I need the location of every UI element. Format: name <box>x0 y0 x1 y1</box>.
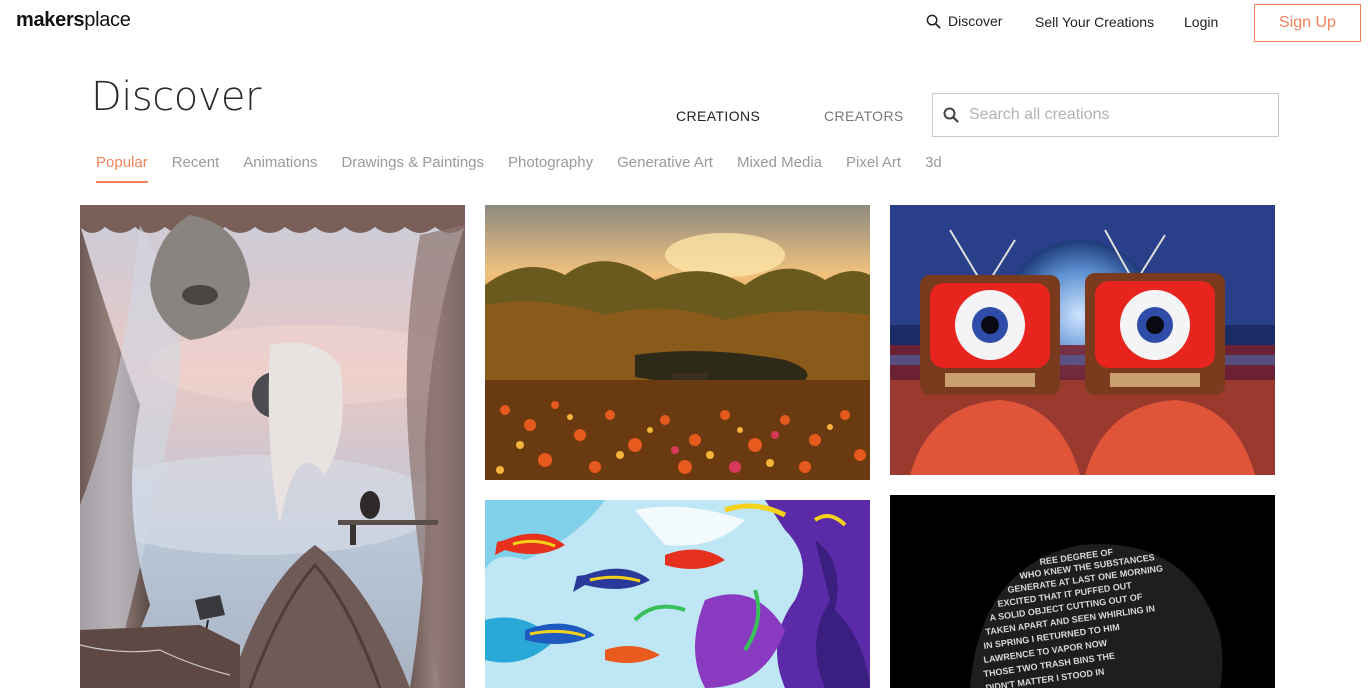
category-animations[interactable]: Animations <box>243 154 317 183</box>
top-navigation-bar: makersplace Discover Sell Your Creations… <box>0 0 1369 46</box>
category-popular[interactable]: Popular <box>96 154 148 183</box>
category-tabs: Popular Recent Animations Drawings & Pai… <box>96 154 966 183</box>
tab-creators[interactable]: CREATORS <box>824 108 904 124</box>
category-3d[interactable]: 3d <box>925 154 942 183</box>
typographic-portrait-artwork: REE DEGREE OF WHO KNEW THE SUBSTANCES GE… <box>890 495 1275 688</box>
logo-bold-part: makers <box>16 9 85 31</box>
creation-card-abstract-fish[interactable] <box>485 500 870 688</box>
category-drawings-paintings[interactable]: Drawings & Paintings <box>341 154 484 183</box>
logo-light-part: place <box>84 9 131 31</box>
sunset-flower-field-artwork <box>485 205 870 480</box>
abstract-fish-artwork <box>485 500 870 688</box>
tv-head-eyeball-artwork <box>890 205 1275 475</box>
category-recent[interactable]: Recent <box>172 154 220 183</box>
makersplace-logo[interactable]: makersplace <box>16 9 131 32</box>
page-title: Discover <box>91 74 261 120</box>
search-icon <box>943 107 959 123</box>
search-creations-field[interactable] <box>932 93 1279 137</box>
creation-card-sunset-flower-field[interactable] <box>485 205 870 480</box>
category-mixed-media[interactable]: Mixed Media <box>737 154 822 183</box>
nav-login-link[interactable]: Login <box>1184 14 1218 30</box>
search-icon <box>926 14 941 28</box>
nav-sell-your-creations-link[interactable]: Sell Your Creations <box>1035 14 1154 30</box>
search-input[interactable] <box>969 106 1259 124</box>
creation-card-tv-head-eyeballs[interactable] <box>890 205 1275 475</box>
category-photography[interactable]: Photography <box>508 154 593 183</box>
nav-discover-label: Discover <box>948 13 1003 29</box>
creation-card-surreal-curtain[interactable] <box>80 205 465 688</box>
creation-card-typographic-portrait[interactable]: REE DEGREE OF WHO KNEW THE SUBSTANCES GE… <box>890 495 1275 688</box>
sign-up-button[interactable]: Sign Up <box>1254 4 1361 42</box>
surreal-curtain-artwork <box>80 205 465 688</box>
nav-discover-link[interactable]: Discover <box>926 13 1002 29</box>
tab-creations[interactable]: CREATIONS <box>676 108 760 124</box>
category-generative-art[interactable]: Generative Art <box>617 154 713 183</box>
category-pixel-art[interactable]: Pixel Art <box>846 154 901 183</box>
